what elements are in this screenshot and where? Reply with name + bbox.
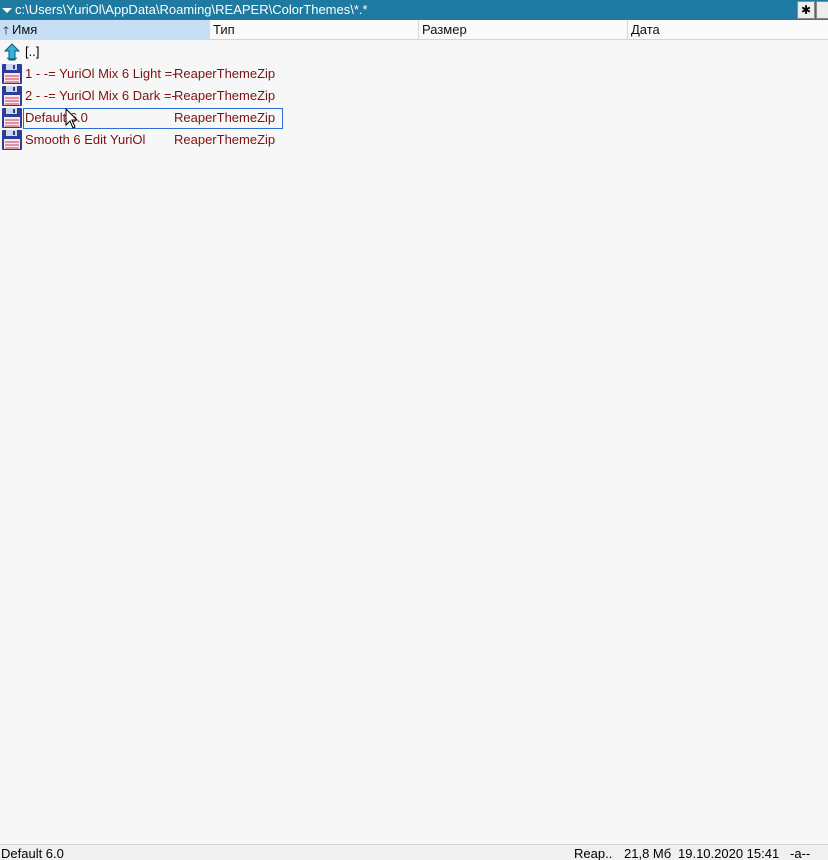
list-item-name: Smooth 6 Edit YuriOl — [25, 132, 146, 147]
column-header-name[interactable]: 🡑 Имя — [0, 20, 210, 40]
path-field[interactable]: c:\Users\YuriOl\AppData\Roaming\REAPER\C… — [14, 0, 368, 20]
status-file-name: Default 6.0 — [1, 846, 64, 860]
column-header-date[interactable]: Дата — [628, 20, 828, 40]
status-file-date: 19.10.2020 15:41 — [678, 846, 780, 860]
list-item-type: ReaperThemeZip — [174, 88, 276, 103]
status-file-attributes: -a-- — [790, 846, 811, 860]
column-header-size[interactable]: Размер — [419, 20, 628, 40]
sort-up-arrow-icon: 🡑 — [3, 25, 9, 37]
folder-up-icon — [3, 43, 21, 61]
list-item[interactable]: 1 - -= YuriOl Mix 6 Light =- ReaperTheme… — [0, 63, 828, 85]
floppy-icon — [2, 130, 22, 150]
list-item[interactable]: 2 - -= YuriOl Mix 6 Dark =- ReaperThemeZ… — [0, 85, 828, 107]
list-item-selected[interactable]: Default 6.0 ReaperThemeZip — [0, 107, 828, 129]
list-item-name: 2 - -= YuriOl Mix 6 Dark =- — [25, 88, 176, 103]
list-item-label: [..] — [25, 44, 40, 59]
list-item-type: ReaperThemeZip — [174, 132, 276, 147]
floppy-icon — [2, 86, 22, 106]
path-dropdown-arrow-icon[interactable] — [0, 0, 14, 20]
list-item-type: ReaperThemeZip — [174, 66, 276, 81]
list-item-name: 1 - -= YuriOl Mix 6 Light =- — [25, 66, 177, 81]
list-item-type: ReaperThemeZip — [174, 110, 276, 125]
floppy-icon — [2, 108, 22, 128]
status-file-type: Reap.. — [574, 846, 613, 860]
path-bar: c:\Users\YuriOl\AppData\Roaming\REAPER\C… — [0, 0, 828, 20]
menu-button[interactable] — [816, 1, 828, 19]
mouse-cursor-icon — [65, 108, 79, 129]
status-file-size: 21,8 Мб — [624, 846, 672, 860]
list-item-parent[interactable]: [..] — [0, 41, 828, 63]
floppy-icon — [2, 64, 22, 84]
status-bar: Default 6.0 Reap.. 21,8 Мб 19.10.2020 15… — [0, 844, 828, 860]
favorites-star-button[interactable]: ✱ — [797, 1, 815, 19]
list-item[interactable]: Smooth 6 Edit YuriOl ReaperThemeZip — [0, 129, 828, 151]
column-header-type[interactable]: Тип — [210, 20, 419, 40]
column-header: 🡑 Имя Тип Размер Дата — [0, 20, 828, 40]
